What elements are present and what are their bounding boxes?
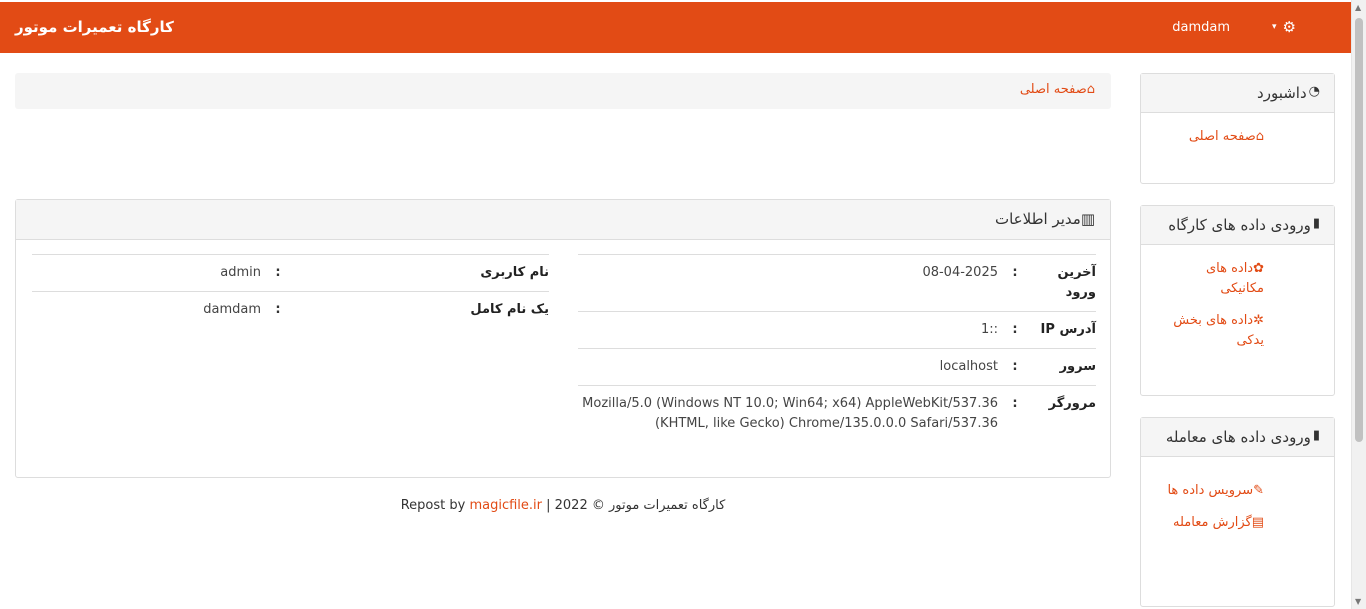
footer: Repost by magicfile.ir | 2022 © کارگاه ت… — [15, 498, 1111, 513]
wrench-icon: ✎ — [1253, 483, 1264, 498]
full-name-value: damdam — [32, 291, 261, 328]
table-row: یک نام کامل : damdam — [32, 291, 549, 328]
sidebar-dashboard-panel: ◔ داشبورد ⌂صفحه اصلی — [1140, 73, 1335, 184]
separator: : — [998, 348, 1032, 386]
table-row: مرورگر : Mozilla/5.0 (Windows NT 10.0; W… — [578, 385, 1096, 442]
caret-down-icon[interactable]: ▾ — [1272, 22, 1277, 32]
scroll-up-icon[interactable]: ▲ — [1355, 3, 1361, 12]
table-row: سرور : localhost — [578, 348, 1096, 386]
username-value: admin — [32, 254, 261, 292]
sidebar-transaction-header: ▮ ورودی داده های معامله — [1141, 418, 1334, 457]
separator: : — [261, 291, 295, 328]
sidebar-item-transaction-report[interactable]: ▤گزارش معامله — [1164, 513, 1264, 533]
home-icon: ⌂ — [1086, 82, 1095, 97]
browser-value: Mozilla/5.0 (Windows NT 10.0; Win64; x64… — [578, 385, 998, 442]
sidebar-transaction-panel: ▮ ورودی داده های معامله ✎سرویس داده ها ▤گ… — [1140, 417, 1335, 607]
users-icon: ✿ — [1253, 261, 1264, 276]
scrollbar-thumb[interactable] — [1355, 18, 1363, 442]
page-scrollbar[interactable]: ▲ ▼ — [1351, 0, 1366, 609]
sidebar-workshop-title: ورودی داده های کارگاه — [1168, 216, 1311, 234]
file-icon: ▮ — [1312, 428, 1320, 443]
separator: : — [998, 311, 1032, 349]
sidebar-item-label: گزارش معامله — [1173, 515, 1252, 530]
system-info-table: آخرین ورود : 08-04-2025 آدرس IP : ::1 سر… — [578, 254, 1096, 442]
pdf-file-icon: ▤ — [1251, 515, 1264, 530]
scroll-down-icon[interactable]: ▼ — [1355, 597, 1361, 606]
separator: : — [261, 254, 295, 292]
brand-title[interactable]: کارگاه تعمیرات موتور — [15, 18, 174, 36]
sidebar-workshop-header: ▮ ورودی داده های کارگاه — [1141, 206, 1334, 245]
full-name-label: یک نام کامل — [295, 291, 549, 328]
file-icon: ▮ — [1312, 216, 1320, 231]
breadcrumb-home-link[interactable]: ⌂صفحه اصلی — [1020, 82, 1095, 97]
sidebar-item-home[interactable]: ⌂صفحه اصلی — [1164, 127, 1264, 147]
footer-magicfile-link[interactable]: magicfile.ir — [469, 498, 542, 513]
last-login-value: 08-04-2025 — [578, 254, 998, 312]
info-manager-panel: ▥مدیر اطلاعات آخرین ورود : 08-04-2025 آد… — [15, 199, 1111, 478]
breadcrumb: ⌂صفحه اصلی — [15, 73, 1111, 109]
footer-repost-text: Repost by — [400, 498, 466, 513]
top-navbar: کارگاه تعمیرات موتور damdam ▾ ⚙ — [0, 2, 1351, 53]
sidebar-item-mechanic-data[interactable]: ✿داده های مکانیکی — [1164, 259, 1264, 299]
dashboard-icon: ◔ — [1308, 84, 1320, 99]
separator: : — [998, 254, 1032, 312]
table-row: نام کاربری : admin — [32, 254, 549, 292]
sidebar-item-label: داده های بخش یدکی — [1173, 313, 1264, 348]
user-info-table: نام کاربری : admin یک نام کامل : damdam — [32, 254, 549, 328]
cogs-icon: ✲ — [1253, 313, 1264, 328]
sidebar-transaction-title: ورودی داده های معامله — [1165, 428, 1311, 446]
username-label: نام کاربری — [295, 254, 549, 292]
sidebar-item-label: صفحه اصلی — [1188, 129, 1256, 144]
table-row: آخرین ورود : 08-04-2025 — [578, 254, 1096, 312]
info-panel-title: مدیر اطلاعات — [994, 210, 1081, 228]
last-login-label: آخرین ورود — [1032, 254, 1096, 312]
server-value: localhost — [578, 348, 998, 386]
sidebar-workshop-panel: ▮ ورودی داده های کارگاه ✿داده های مکانیکی… — [1140, 205, 1335, 396]
breadcrumb-home-label: صفحه اصلی — [1019, 82, 1087, 97]
gear-icon[interactable]: ⚙ — [1283, 18, 1296, 36]
sidebar-dashboard-title: داشبورد — [1257, 84, 1307, 102]
ip-address-label: آدرس IP — [1032, 311, 1096, 349]
sidebar-item-service-data[interactable]: ✎سرویس داده ها — [1164, 481, 1264, 501]
separator: : — [998, 385, 1032, 442]
table-row: آدرس IP : ::1 — [578, 311, 1096, 349]
browser-label: مرورگر — [1032, 385, 1096, 442]
username-label[interactable]: damdam — [1172, 20, 1230, 35]
bar-chart-icon: ▥ — [1080, 210, 1095, 228]
sidebar-item-spare-parts-data[interactable]: ✲داده های بخش یدکی — [1164, 311, 1264, 351]
home-icon: ⌂ — [1255, 129, 1264, 144]
footer-copyright: | 2022 © کارگاه تعمیرات موتور — [546, 498, 726, 513]
sidebar-item-label: سرویس داده ها — [1167, 483, 1254, 498]
server-label: سرور — [1032, 348, 1096, 386]
ip-address-value: ::1 — [578, 311, 998, 349]
user-menu[interactable]: damdam ▾ ⚙ — [1172, 18, 1296, 36]
sidebar-dashboard-header: ◔ داشبورد — [1141, 74, 1334, 113]
info-panel-header: ▥مدیر اطلاعات — [16, 200, 1110, 240]
